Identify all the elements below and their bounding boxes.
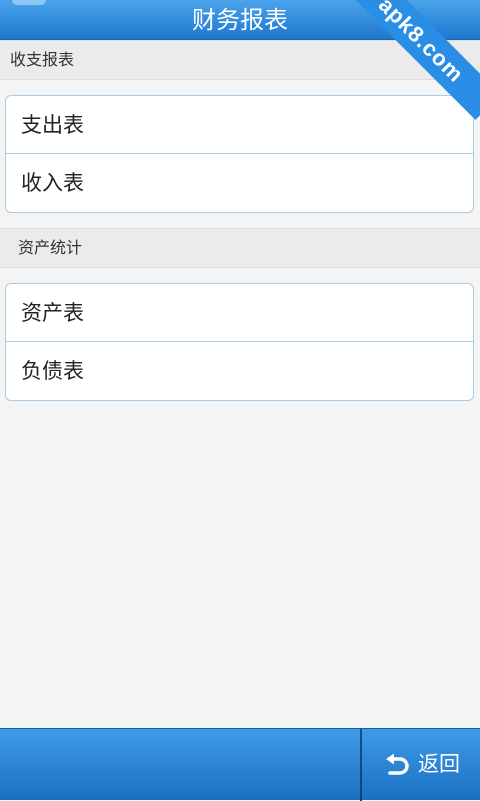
section-label: 资产统计	[18, 238, 83, 257]
list-item-label: 资产表	[21, 301, 84, 325]
list-item-expense-table[interactable]: 支出表	[6, 96, 473, 154]
back-button-label: 返回	[418, 752, 460, 776]
list-group-income-expense: 支出表 收入表	[5, 95, 474, 213]
bottom-toolbar: 返回	[0, 728, 480, 801]
back-button[interactable]: 返回	[362, 729, 480, 800]
section-label: 收支报表	[10, 50, 75, 69]
list-item-label: 负债表	[21, 359, 84, 383]
section-header-asset-stats: 资产统计	[0, 228, 480, 268]
return-arrow-icon	[384, 753, 410, 779]
list-group-asset-stats: 资产表 负债表	[5, 283, 474, 401]
list-item-income-table[interactable]: 收入表	[6, 154, 473, 212]
list-item-liability-table[interactable]: 负债表	[6, 342, 473, 400]
list-item-label: 收入表	[21, 171, 84, 195]
list-item-label: 支出表	[21, 113, 84, 137]
list-item-asset-table[interactable]: 资产表	[6, 284, 473, 342]
